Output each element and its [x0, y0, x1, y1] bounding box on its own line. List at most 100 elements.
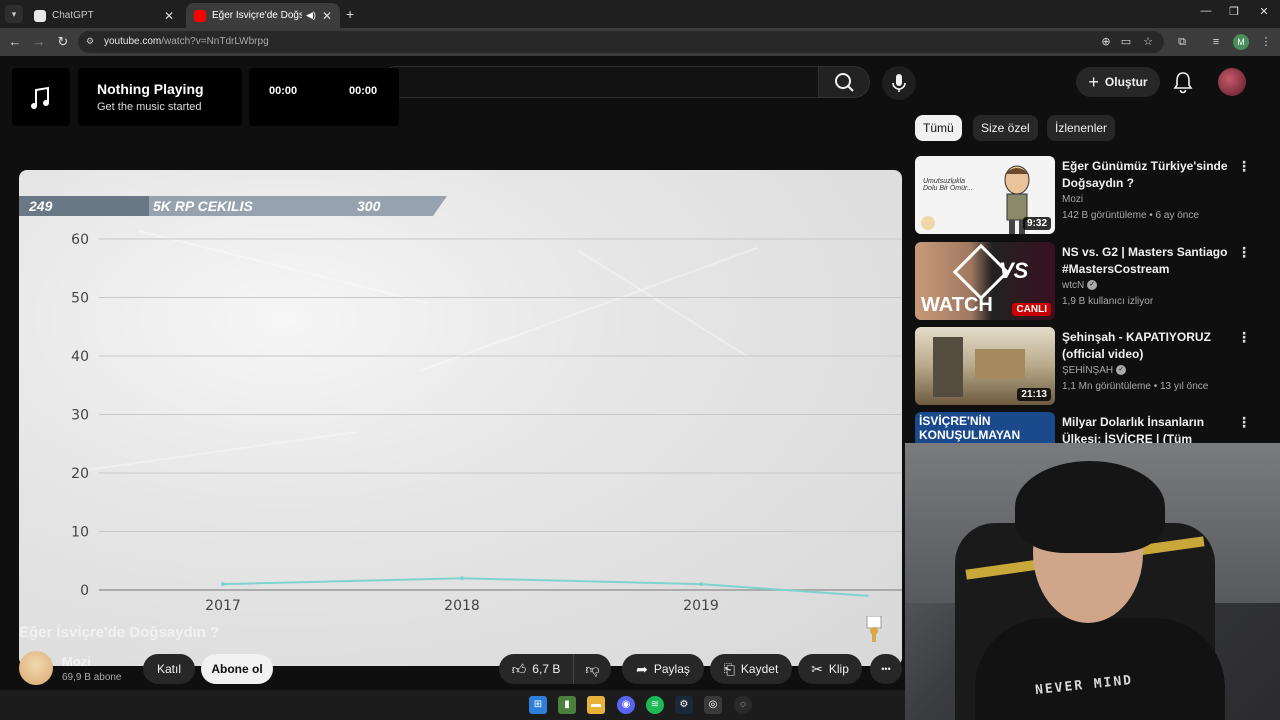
zoom-icon[interactable]: ⊕ [1098, 34, 1114, 50]
tab-close-icon[interactable]: ✕ [164, 9, 174, 23]
video-title[interactable]: Eğer Günümüz Türkiye'sinde Doğsaydın ? [1062, 158, 1232, 192]
video-thumbnail[interactable]: Umutsuzlukla Dolu Bir Ömür... 9:32 [915, 156, 1055, 234]
profile-avatar[interactable]: M [1233, 34, 1249, 50]
related-video[interactable]: Umutsuzlukla Dolu Bir Ömür... 9:32 Eğer … [915, 156, 1265, 236]
chrome-icon[interactable]: ◎ [704, 696, 722, 714]
y-tick-label: 0 [80, 583, 89, 599]
video-duration: 21:13 [1017, 388, 1051, 401]
channel-name[interactable]: ŞEHİNŞAH [1062, 365, 1113, 376]
voice-search-button[interactable] [882, 66, 916, 100]
y-tick-label: 30 [71, 408, 89, 424]
y-tick-label: 20 [71, 466, 89, 482]
address-bar[interactable]: ⚙ youtube.com/watch?v=NnTdrLWbrpg ⊕ ▭ ☆ [78, 31, 1164, 53]
channel-name[interactable]: Mozi [1062, 194, 1083, 205]
video-title[interactable]: NS vs. G2 | Masters Santiago #MastersCos… [1062, 244, 1232, 278]
forward-icon[interactable]: → [30, 33, 48, 51]
more-options-icon[interactable]: ⋮ [1237, 414, 1251, 431]
channel-avatar[interactable] [19, 651, 53, 685]
related-video[interactable]: VS WATCH CANLI NS vs. G2 | Masters Santi… [915, 242, 1265, 322]
windows-start-icon[interactable]: ⊞ [529, 696, 547, 714]
discord-icon[interactable]: ◉ [617, 696, 635, 714]
music-widget-info[interactable]: Nothing Playing Get the music started [78, 68, 242, 126]
channel-name[interactable]: wtcN [1062, 280, 1084, 291]
chatgpt-favicon-icon [34, 9, 46, 22]
chip-for-you[interactable]: Size özel [973, 115, 1038, 141]
mic-icon [892, 74, 906, 92]
more-options-icon[interactable]: ⋮ [1237, 329, 1251, 346]
webcam-overlay: NEVER MIND [905, 443, 1280, 720]
clip-button[interactable]: ✂ Klip [798, 654, 862, 684]
extensions-icon[interactable]: ⧉ [1174, 34, 1190, 50]
share-icon: ➦ [636, 660, 648, 677]
streamer-body [975, 618, 1225, 720]
notifications-button[interactable] [1170, 69, 1196, 95]
save-icon: ⎗ [723, 660, 735, 677]
speaker-icon[interactable]: ◀) [306, 10, 316, 21]
browser-toolbar: ← → ↻ ⚙ youtube.com/watch?v=NnTdrLWbrpg … [0, 28, 1280, 56]
more-options-icon[interactable]: ⋮ [1237, 244, 1251, 261]
chip-all[interactable]: Tümü [915, 115, 962, 141]
site-info-icon[interactable]: ⚙ [86, 36, 98, 48]
x-tick-label: 2019 [683, 598, 719, 614]
new-tab-button[interactable]: + [346, 6, 354, 22]
account-avatar[interactable] [1218, 68, 1246, 96]
y-tick-label: 50 [71, 291, 89, 307]
like-button[interactable]: 👍︎ 6,7 B [499, 654, 573, 684]
data-point [699, 582, 703, 587]
channel-name[interactable]: Mozi [62, 654, 91, 669]
tab-close-icon[interactable]: ✕ [322, 9, 332, 23]
search-input[interactable] [380, 66, 818, 98]
data-point [460, 576, 464, 581]
y-tick-label: 10 [71, 525, 89, 541]
maximize-icon[interactable]: ❐ [1224, 5, 1244, 18]
browser-menu-icon[interactable]: ⋮ [1258, 34, 1274, 50]
dislike-icon: 👎︎ [585, 660, 600, 677]
video-thumbnail[interactable]: 21:13 [915, 327, 1055, 405]
more-options-icon[interactable]: ⋮ [1237, 158, 1251, 175]
share-label: Paylaş [653, 662, 690, 676]
tab-youtube[interactable]: Eğer İsviçre'de Doğsaydın ? ◀) ✕ [186, 3, 340, 28]
reading-list-icon[interactable]: ≡ [1208, 34, 1224, 50]
channel-logo-icon [921, 216, 935, 230]
subscriber-count: 69,9 B abone [62, 672, 122, 683]
window-close-icon[interactable]: ✕ [1254, 5, 1274, 18]
music-widget-icon-box[interactable] [12, 68, 70, 126]
dislike-button[interactable]: 👎︎ [573, 654, 611, 684]
chip-watched[interactable]: İzlenenler [1047, 115, 1116, 141]
total-time: 00:00 [349, 85, 378, 97]
join-button[interactable]: Katıl [143, 654, 195, 684]
youtube-favicon-icon [194, 9, 206, 22]
more-actions-button[interactable]: ••• [870, 654, 902, 684]
like-icon: 👍︎ [511, 660, 527, 677]
bell-icon [1173, 72, 1193, 94]
video-title[interactable]: Şehinşah - KAPATIYORUZ (official video) [1062, 329, 1232, 363]
spotify-icon[interactable]: ≋ [646, 696, 664, 714]
thumbnail-caption: WATCH [921, 294, 993, 316]
reload-icon[interactable]: ↻ [54, 33, 72, 51]
back-icon[interactable]: ← [6, 33, 24, 51]
search-button[interactable] [818, 66, 870, 98]
video-title: Eğer İsviçre'de Doğsaydın ? [19, 624, 220, 641]
tab-chatgpt[interactable]: ChatGPT ✕ [26, 3, 182, 28]
minimize-icon[interactable]: — [1196, 5, 1216, 17]
plus-icon: + [1088, 71, 1099, 92]
steam-icon[interactable]: ⚙ [675, 696, 693, 714]
figurine-icon [866, 616, 882, 642]
app-icon[interactable]: ▮ [558, 696, 576, 714]
cast-icon[interactable]: ▭ [1118, 34, 1134, 50]
app-icon[interactable]: ◌ [734, 696, 752, 714]
save-button[interactable]: ⎗ Kaydet [710, 654, 792, 684]
file-explorer-icon[interactable]: ▬ [587, 696, 605, 714]
bookmark-star-icon[interactable]: ☆ [1140, 34, 1156, 50]
search-icon [835, 73, 854, 92]
subscribe-button[interactable]: Abone ol [201, 654, 273, 684]
video-player[interactable]: 60 50 40 30 20 10 0 2017 2018 2019 249 5K RP CEKI… [19, 170, 902, 666]
elapsed-time: 00:00 [269, 85, 298, 97]
tab-search-button[interactable]: ▾ [5, 5, 23, 23]
create-label: Oluştur [1104, 75, 1148, 89]
video-thumbnail[interactable]: VS WATCH CANLI [915, 242, 1055, 320]
banner-right-value: 300 [357, 198, 381, 214]
create-button[interactable]: + Oluştur [1076, 67, 1160, 97]
share-button[interactable]: ➦ Paylaş [622, 654, 704, 684]
related-video[interactable]: 21:13 Şehinşah - KAPATIYORUZ (official v… [915, 327, 1265, 407]
